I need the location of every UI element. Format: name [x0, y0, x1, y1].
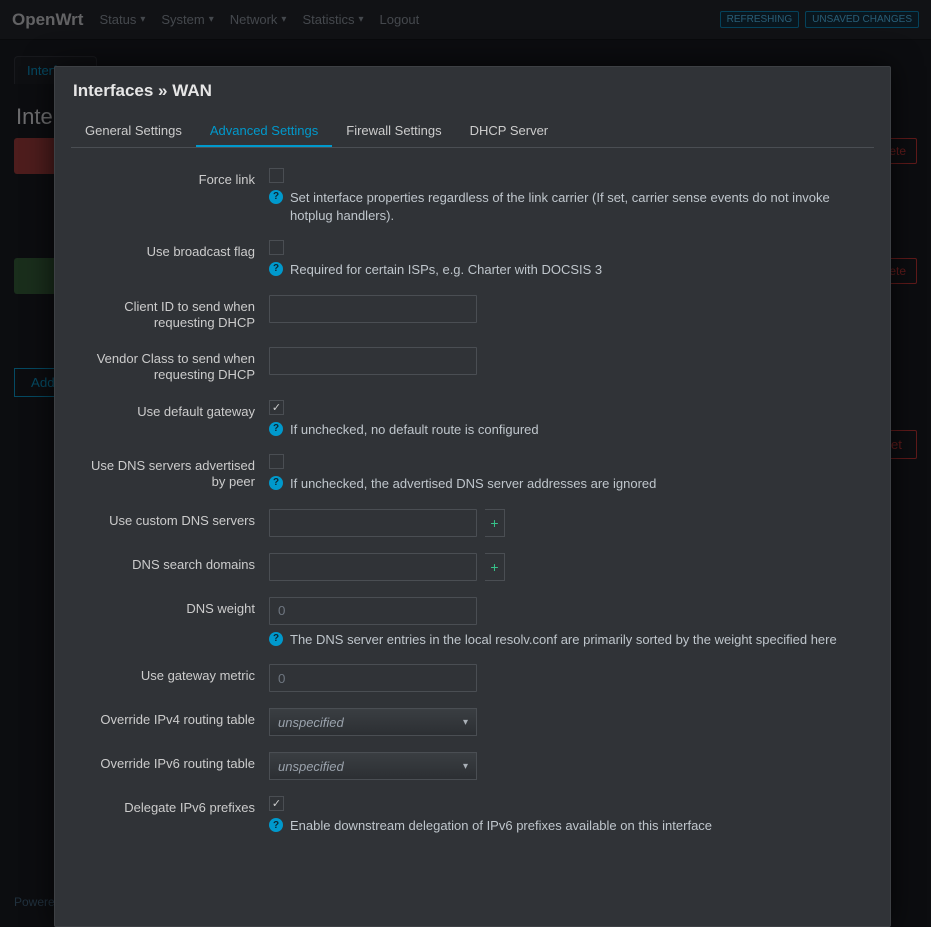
custom-dns-label: Use custom DNS servers — [75, 509, 269, 529]
ipv6-table-select[interactable]: unspecified▾ — [269, 752, 477, 780]
tab-dhcp-server[interactable]: DHCP Server — [456, 115, 563, 147]
tab-firewall-settings[interactable]: Firewall Settings — [332, 115, 455, 147]
vendor-class-label: Vendor Class to send when requesting DHC… — [75, 347, 269, 384]
peer-dns-label: Use DNS servers advertised by peer — [75, 454, 269, 491]
delegate-ipv6-label: Delegate IPv6 prefixes — [75, 796, 269, 816]
dns-weight-help: The DNS server entries in the local reso… — [290, 631, 837, 649]
peer-dns-checkbox[interactable] — [269, 454, 284, 469]
delegate-ipv6-checkbox[interactable] — [269, 796, 284, 811]
chevron-down-icon: ▾ — [463, 761, 468, 772]
force-link-label: Force link — [75, 168, 269, 188]
chevron-down-icon: ▾ — [463, 717, 468, 728]
dns-search-label: DNS search domains — [75, 553, 269, 573]
help-icon: ? — [269, 818, 283, 832]
ipv4-table-select[interactable]: unspecified▾ — [269, 708, 477, 736]
custom-dns-input[interactable] — [269, 509, 477, 537]
help-icon: ? — [269, 190, 283, 204]
dns-weight-label: DNS weight — [75, 597, 269, 617]
dns-search-input[interactable] — [269, 553, 477, 581]
help-icon: ? — [269, 422, 283, 436]
tab-advanced-settings[interactable]: Advanced Settings — [196, 115, 332, 147]
add-search-domain-button[interactable]: + — [485, 553, 505, 581]
tab-general-settings[interactable]: General Settings — [71, 115, 196, 147]
client-id-input[interactable] — [269, 295, 477, 323]
broadcast-checkbox[interactable] — [269, 240, 284, 255]
force-link-checkbox[interactable] — [269, 168, 284, 183]
gateway-metric-label: Use gateway metric — [75, 664, 269, 684]
ipv4-table-label: Override IPv4 routing table — [75, 708, 269, 728]
peer-dns-help: If unchecked, the advertised DNS server … — [290, 475, 656, 493]
delegate-ipv6-help: Enable downstream delegation of IPv6 pre… — [290, 817, 712, 835]
dns-weight-input[interactable] — [269, 597, 477, 625]
help-icon: ? — [269, 262, 283, 276]
help-icon: ? — [269, 476, 283, 490]
modal-tabs: General Settings Advanced Settings Firew… — [71, 115, 874, 148]
client-id-label: Client ID to send when requesting DHCP — [75, 295, 269, 332]
default-gateway-help: If unchecked, no default route is config… — [290, 421, 539, 439]
help-icon: ? — [269, 632, 283, 646]
modal-title: Interfaces » WAN — [73, 81, 872, 101]
gateway-metric-input[interactable] — [269, 664, 477, 692]
add-dns-button[interactable]: + — [485, 509, 505, 537]
default-gateway-checkbox[interactable] — [269, 400, 284, 415]
vendor-class-input[interactable] — [269, 347, 477, 375]
advanced-settings-form: Force link ? Set interface properties reg… — [55, 148, 890, 917]
ipv6-table-label: Override IPv6 routing table — [75, 752, 269, 772]
broadcast-help: Required for certain ISPs, e.g. Charter … — [290, 261, 602, 279]
force-link-help: Set interface properties regardless of t… — [290, 189, 870, 224]
default-gateway-label: Use default gateway — [75, 400, 269, 420]
broadcast-label: Use broadcast flag — [75, 240, 269, 260]
interface-modal: Interfaces » WAN General Settings Advanc… — [54, 66, 891, 927]
